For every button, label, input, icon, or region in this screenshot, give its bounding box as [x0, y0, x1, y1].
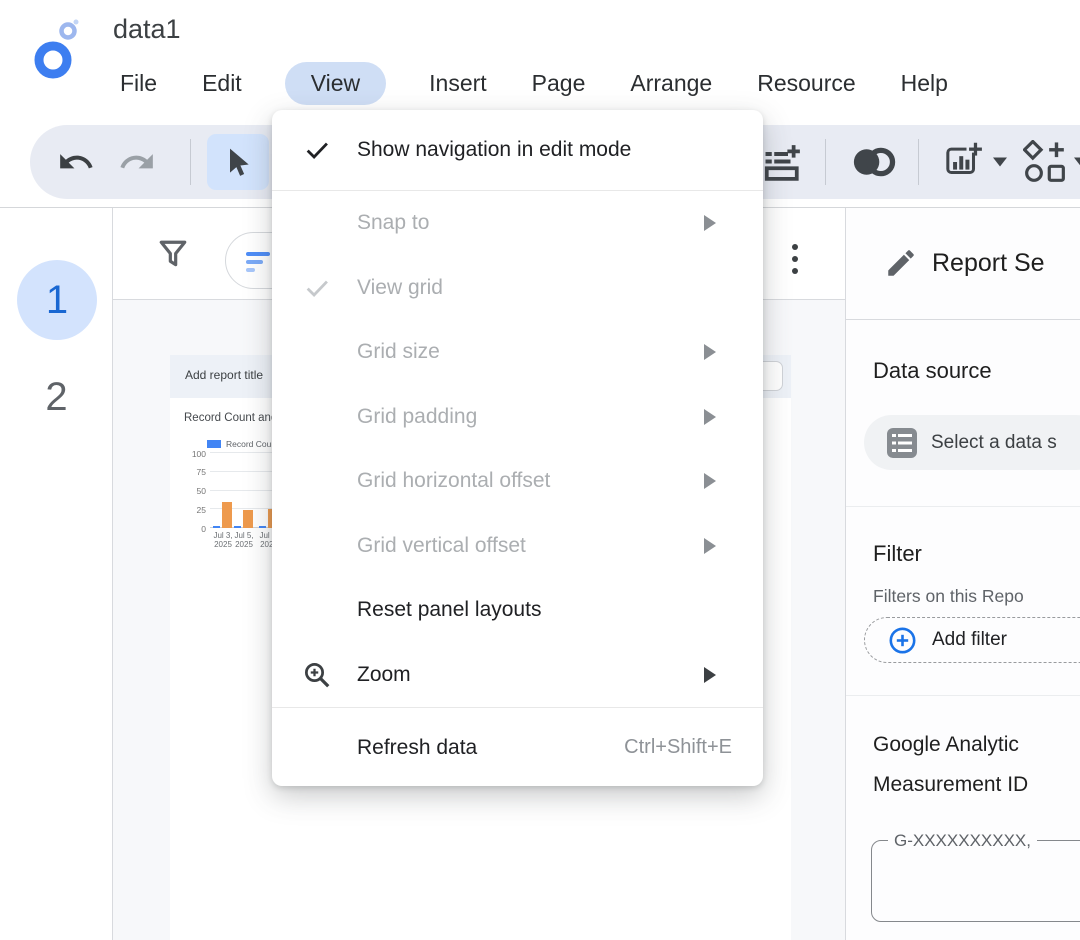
menu-item-label: Grid padding: [357, 405, 477, 429]
menubar-item-arrange[interactable]: Arrange: [628, 62, 714, 105]
menu-item-grid-padding: Grid padding: [272, 385, 763, 450]
menubar-item-view[interactable]: View: [285, 62, 386, 105]
menu-item-label: Snap to: [357, 211, 429, 235]
menu-item-label: Grid vertical offset: [357, 534, 526, 558]
zoom-in-icon: [300, 660, 334, 690]
app-header: data1 File Edit View Insert Page Arrange…: [0, 0, 1080, 122]
menu-item-label: View grid: [357, 276, 443, 300]
menu-item-label: Reset panel layouts: [357, 598, 541, 622]
menu-item-label: Grid horizontal offset: [357, 469, 550, 493]
menubar-item-help[interactable]: Help: [899, 62, 950, 105]
menubar-item-file[interactable]: File: [118, 62, 159, 105]
menu-item-grid-size: Grid size: [272, 320, 763, 385]
submenu-arrow-icon: [704, 344, 716, 360]
filter-subtext: Filters on this Repo: [873, 586, 1024, 607]
checkmark-icon: [300, 136, 334, 164]
add-community-visualization-icon[interactable]: [1023, 140, 1067, 184]
document-title[interactable]: data1: [113, 14, 181, 45]
select-tool-cursor-icon[interactable]: [207, 134, 269, 190]
data-source-icon: [886, 427, 918, 459]
menu-item-label: Zoom: [357, 663, 411, 687]
menubar-item-page[interactable]: Page: [530, 62, 588, 105]
bar: [234, 526, 241, 528]
menu-item-label: Grid size: [357, 340, 440, 364]
report-title-placeholder: Add report title: [185, 368, 263, 382]
menu-item-grid-horizontal-offset: Grid horizontal offset: [272, 449, 763, 514]
legend-swatch-record-count: [207, 440, 221, 448]
menu-item-shortcut: Ctrl+Shift+E: [624, 736, 732, 759]
measurement-id-input[interactable]: G-XXXXXXXXXX,: [871, 840, 1080, 922]
menu-item-snap-to: Snap to: [272, 191, 763, 256]
toolbar-divider: [190, 139, 191, 185]
add-chart-icon[interactable]: [942, 141, 984, 183]
submenu-arrow-icon: [704, 409, 716, 425]
menu-item-grid-vertical-offset: Grid vertical offset: [272, 514, 763, 579]
select-data-source-button[interactable]: Select a data s: [864, 415, 1080, 470]
canvas-more-options-kebab-icon[interactable]: [792, 244, 798, 274]
add-community-visualization-dropdown-caret[interactable]: [1074, 158, 1080, 167]
section-divider: [846, 695, 1080, 696]
redo-icon[interactable]: [118, 143, 156, 181]
measurement-id-floating-label: G-XXXXXXXXXX,: [888, 831, 1037, 851]
bar: [259, 526, 266, 528]
toolbar-divider: [918, 139, 919, 185]
menu-item-reset-panel-layouts[interactable]: Reset panel layouts: [272, 578, 763, 643]
menu-item-view-grid: View grid: [272, 256, 763, 321]
report-settings-panel: Report Se Data source Select a data s Fi…: [845, 208, 1080, 940]
filter-funnel-icon[interactable]: [157, 238, 189, 270]
edit-pencil-icon: [884, 246, 918, 280]
submenu-arrow-icon: [704, 473, 716, 489]
submenu-arrow-icon: [704, 667, 716, 683]
data-source-heading: Data source: [873, 358, 992, 384]
menubar-item-insert[interactable]: Insert: [427, 62, 489, 105]
add-circle-plus-icon: [888, 626, 917, 655]
y-axis-tick-label: 25: [180, 505, 206, 515]
filter-heading: Filter: [873, 541, 922, 567]
submenu-arrow-icon: [704, 538, 716, 554]
menu-item-show-navigation[interactable]: Show navigation in edit mode: [272, 110, 763, 190]
y-axis-tick-label: 75: [180, 467, 206, 477]
pages-sidebar: 1 2: [0, 208, 113, 940]
menu-item-zoom[interactable]: Zoom: [272, 643, 763, 708]
section-divider: [846, 506, 1080, 507]
filter-lines-icon: [246, 252, 270, 276]
looker-studio-logo-icon: [30, 18, 84, 80]
menu-item-label: Show navigation in edit mode: [357, 138, 631, 162]
add-filter-label: Add filter: [932, 629, 1007, 651]
menubar-item-edit[interactable]: Edit: [200, 62, 244, 105]
blend-data-icon[interactable]: [850, 144, 898, 180]
bar: [243, 510, 253, 528]
y-axis-tick-label: 50: [180, 486, 206, 496]
y-axis-tick-label: 100: [180, 449, 206, 459]
add-data-icon[interactable]: [763, 142, 803, 182]
report-settings-header: Report Se: [846, 208, 1080, 320]
page-item-2[interactable]: 2: [0, 375, 113, 420]
ga-heading-line2: Measurement ID: [873, 773, 1028, 797]
select-data-source-label: Select a data s: [931, 432, 1057, 454]
bar: [222, 502, 232, 528]
menu-item-refresh-data[interactable]: Refresh data Ctrl+Shift+E: [272, 708, 763, 787]
toolbar-divider: [825, 139, 826, 185]
add-filter-button[interactable]: Add filter: [864, 617, 1080, 663]
checkmark-icon: [300, 274, 334, 302]
view-menu-dropdown: Show navigation in edit mode Snap to Vie…: [272, 110, 763, 786]
submenu-arrow-icon: [704, 215, 716, 231]
undo-icon[interactable]: [57, 143, 95, 181]
legend-label-record-count: Record Count: [226, 439, 278, 449]
menubar-item-resource[interactable]: Resource: [755, 62, 857, 105]
panel-title: Report Se: [932, 249, 1045, 278]
menubar: File Edit View Insert Page Arrange Resou…: [118, 62, 950, 105]
ga-heading-line1: Google Analytic: [873, 733, 1019, 757]
bar: [213, 526, 220, 528]
menu-item-label: Refresh data: [357, 736, 477, 760]
add-chart-dropdown-caret[interactable]: [993, 158, 1007, 167]
page-item-1[interactable]: 1: [17, 260, 97, 340]
